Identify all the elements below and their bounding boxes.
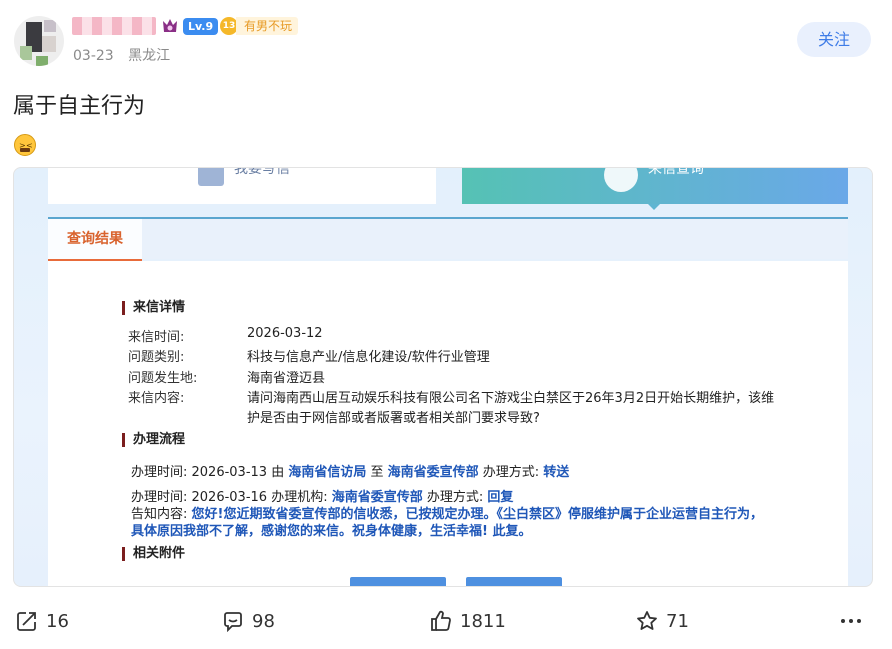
detail-value: 海南省澄迈县 <box>247 371 326 386</box>
crown-badge-icon <box>163 19 177 32</box>
like-count: 1811 <box>460 610 506 632</box>
post-image[interactable]: 我要写信 来信查询 查询结果 来信详情 来信时间: 2026-03-12 问题类… <box>13 167 873 587</box>
attachment-button <box>350 577 446 586</box>
more-icon <box>841 619 861 623</box>
detail-value: 科技与信息产业/信息化建设/软件行业管理 <box>247 350 490 365</box>
post-date: 03-23 <box>73 48 114 64</box>
like-button[interactable]: 1811 <box>430 608 506 634</box>
post-meta: 03-23 黑龙江 <box>73 45 180 65</box>
tab-write-letter: 我要写信 <box>48 168 436 204</box>
post-location: 黑龙江 <box>128 48 171 64</box>
envelope-icon <box>198 168 224 186</box>
attachments-heading: 相关附件 <box>122 547 185 561</box>
detail-value: 护是否由于网信部或者版署或者相关部门要求导致? <box>247 411 540 426</box>
post-text: 属于自主行为 <box>13 94 146 119</box>
favorite-count: 71 <box>666 610 689 632</box>
thumbs-up-icon <box>431 610 451 631</box>
comment-icon <box>224 612 242 632</box>
detail-label: 来信时间: <box>128 330 185 345</box>
tab-letter-query: 来信查询 <box>462 168 848 210</box>
result-title: 查询结果 <box>48 219 142 261</box>
more-button[interactable] <box>840 608 870 634</box>
detail-label: 来信内容: <box>128 391 185 406</box>
detail-label: 问题类别: <box>128 350 185 365</box>
share-count: 16 <box>46 610 69 632</box>
process-heading: 办理流程 <box>122 433 185 447</box>
detail-value: 2026-03-12 <box>247 326 323 341</box>
share-button[interactable]: 16 <box>16 608 69 634</box>
notice-text-line2: 具体原因我部不了解，感谢您的来信。祝身体健康，生活幸福! 此复。 <box>131 524 532 539</box>
attachment-button <box>466 577 562 586</box>
query-icon <box>604 168 638 192</box>
fan-badge-text: 有男不玩 <box>236 17 299 35</box>
comment-button[interactable]: 98 <box>222 608 275 634</box>
process-row: 办理时间: 2026-03-13 由 海南省信访局 至 海南省委宣传部 办理方式… <box>131 465 570 480</box>
result-bar <box>48 219 848 259</box>
detail-label: 问题发生地: <box>128 371 198 386</box>
angry-face-icon: > < <box>14 134 36 156</box>
details-heading: 来信详情 <box>122 301 185 315</box>
avatar[interactable] <box>14 16 64 66</box>
username-blurred[interactable] <box>72 17 156 35</box>
comment-count: 98 <box>252 610 275 632</box>
share-icon <box>17 612 36 631</box>
favorite-button[interactable]: 71 <box>636 608 689 634</box>
star-icon <box>637 611 657 630</box>
detail-value: 请问海南西山居互动娱乐科技有限公司名下游戏尘白禁区于26年3月2日开始长期维护，… <box>247 391 775 406</box>
follow-button[interactable]: 关注 <box>797 22 871 57</box>
level-badge: Lv.9 <box>183 18 219 35</box>
